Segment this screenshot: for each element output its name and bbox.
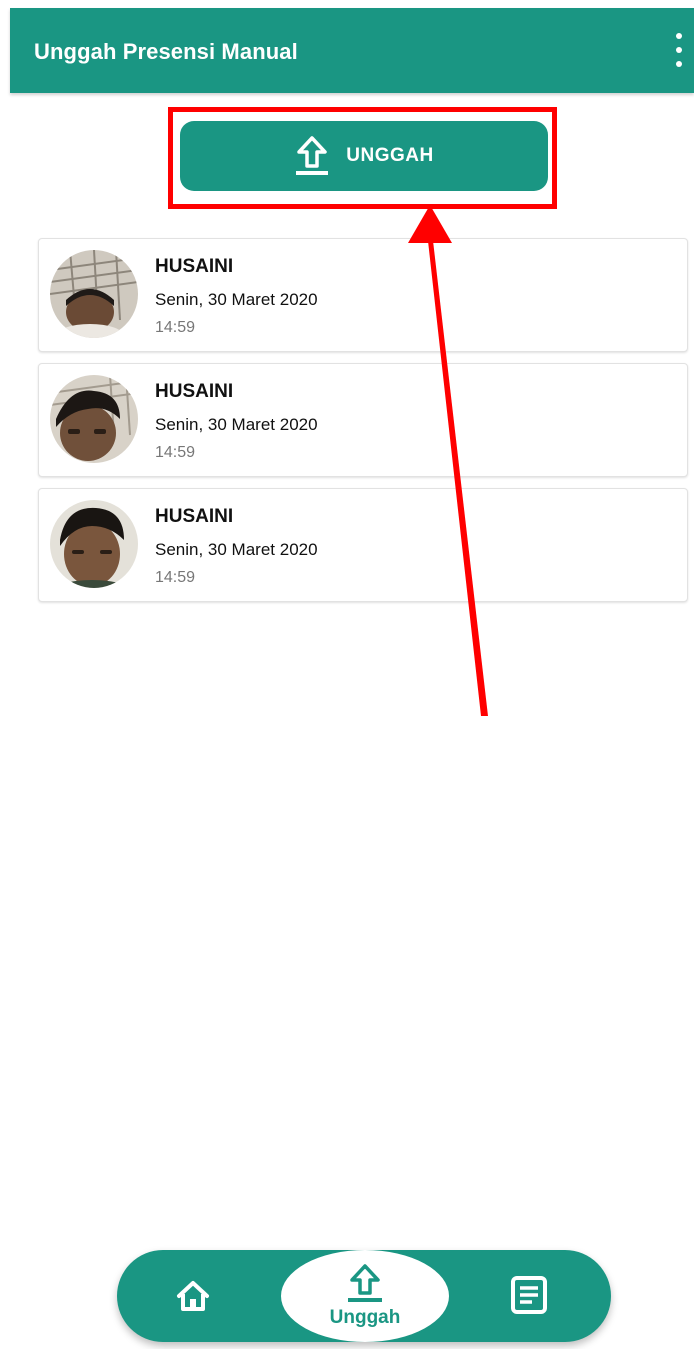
- record-time: 14:59: [155, 569, 196, 586]
- more-vertical-icon[interactable]: [672, 33, 686, 69]
- list-item[interactable]: HUSAINI Senin, 30 Maret 2020 14:59: [38, 238, 688, 352]
- record-date: Senin, 30 Maret 2020: [155, 540, 318, 559]
- upload-button[interactable]: UNGGAH: [180, 121, 548, 191]
- home-icon: [177, 1281, 209, 1311]
- record-time: 14:59: [155, 444, 196, 461]
- list-item[interactable]: HUSAINI Senin, 30 Maret 2020 14:59: [38, 363, 688, 477]
- page-title: Unggah Presensi Manual: [34, 39, 298, 64]
- nav-upload[interactable]: Unggah: [281, 1250, 449, 1342]
- upload-icon: [348, 1264, 382, 1302]
- bottom-navigation: Unggah: [117, 1250, 611, 1342]
- list-item[interactable]: HUSAINI Senin, 30 Maret 2020 14:59: [38, 488, 688, 602]
- record-name: HUSAINI: [155, 506, 234, 527]
- record-date: Senin, 30 Maret 2020: [155, 290, 318, 309]
- nav-report[interactable]: [507, 1273, 551, 1317]
- record-time: 14:59: [155, 319, 196, 336]
- report-icon: [511, 1276, 547, 1314]
- nav-home[interactable]: [173, 1276, 213, 1316]
- upload-icon: [296, 136, 329, 175]
- upload-button-label: UNGGAH: [346, 145, 434, 166]
- record-name: HUSAINI: [155, 381, 234, 402]
- avatar: [50, 375, 138, 463]
- avatar: [50, 250, 138, 338]
- avatar: [50, 500, 138, 588]
- record-name: HUSAINI: [155, 256, 234, 277]
- app-bar: Unggah Presensi Manual: [10, 8, 694, 93]
- record-date: Senin, 30 Maret 2020: [155, 415, 318, 434]
- nav-upload-label: Unggah: [329, 1307, 401, 1328]
